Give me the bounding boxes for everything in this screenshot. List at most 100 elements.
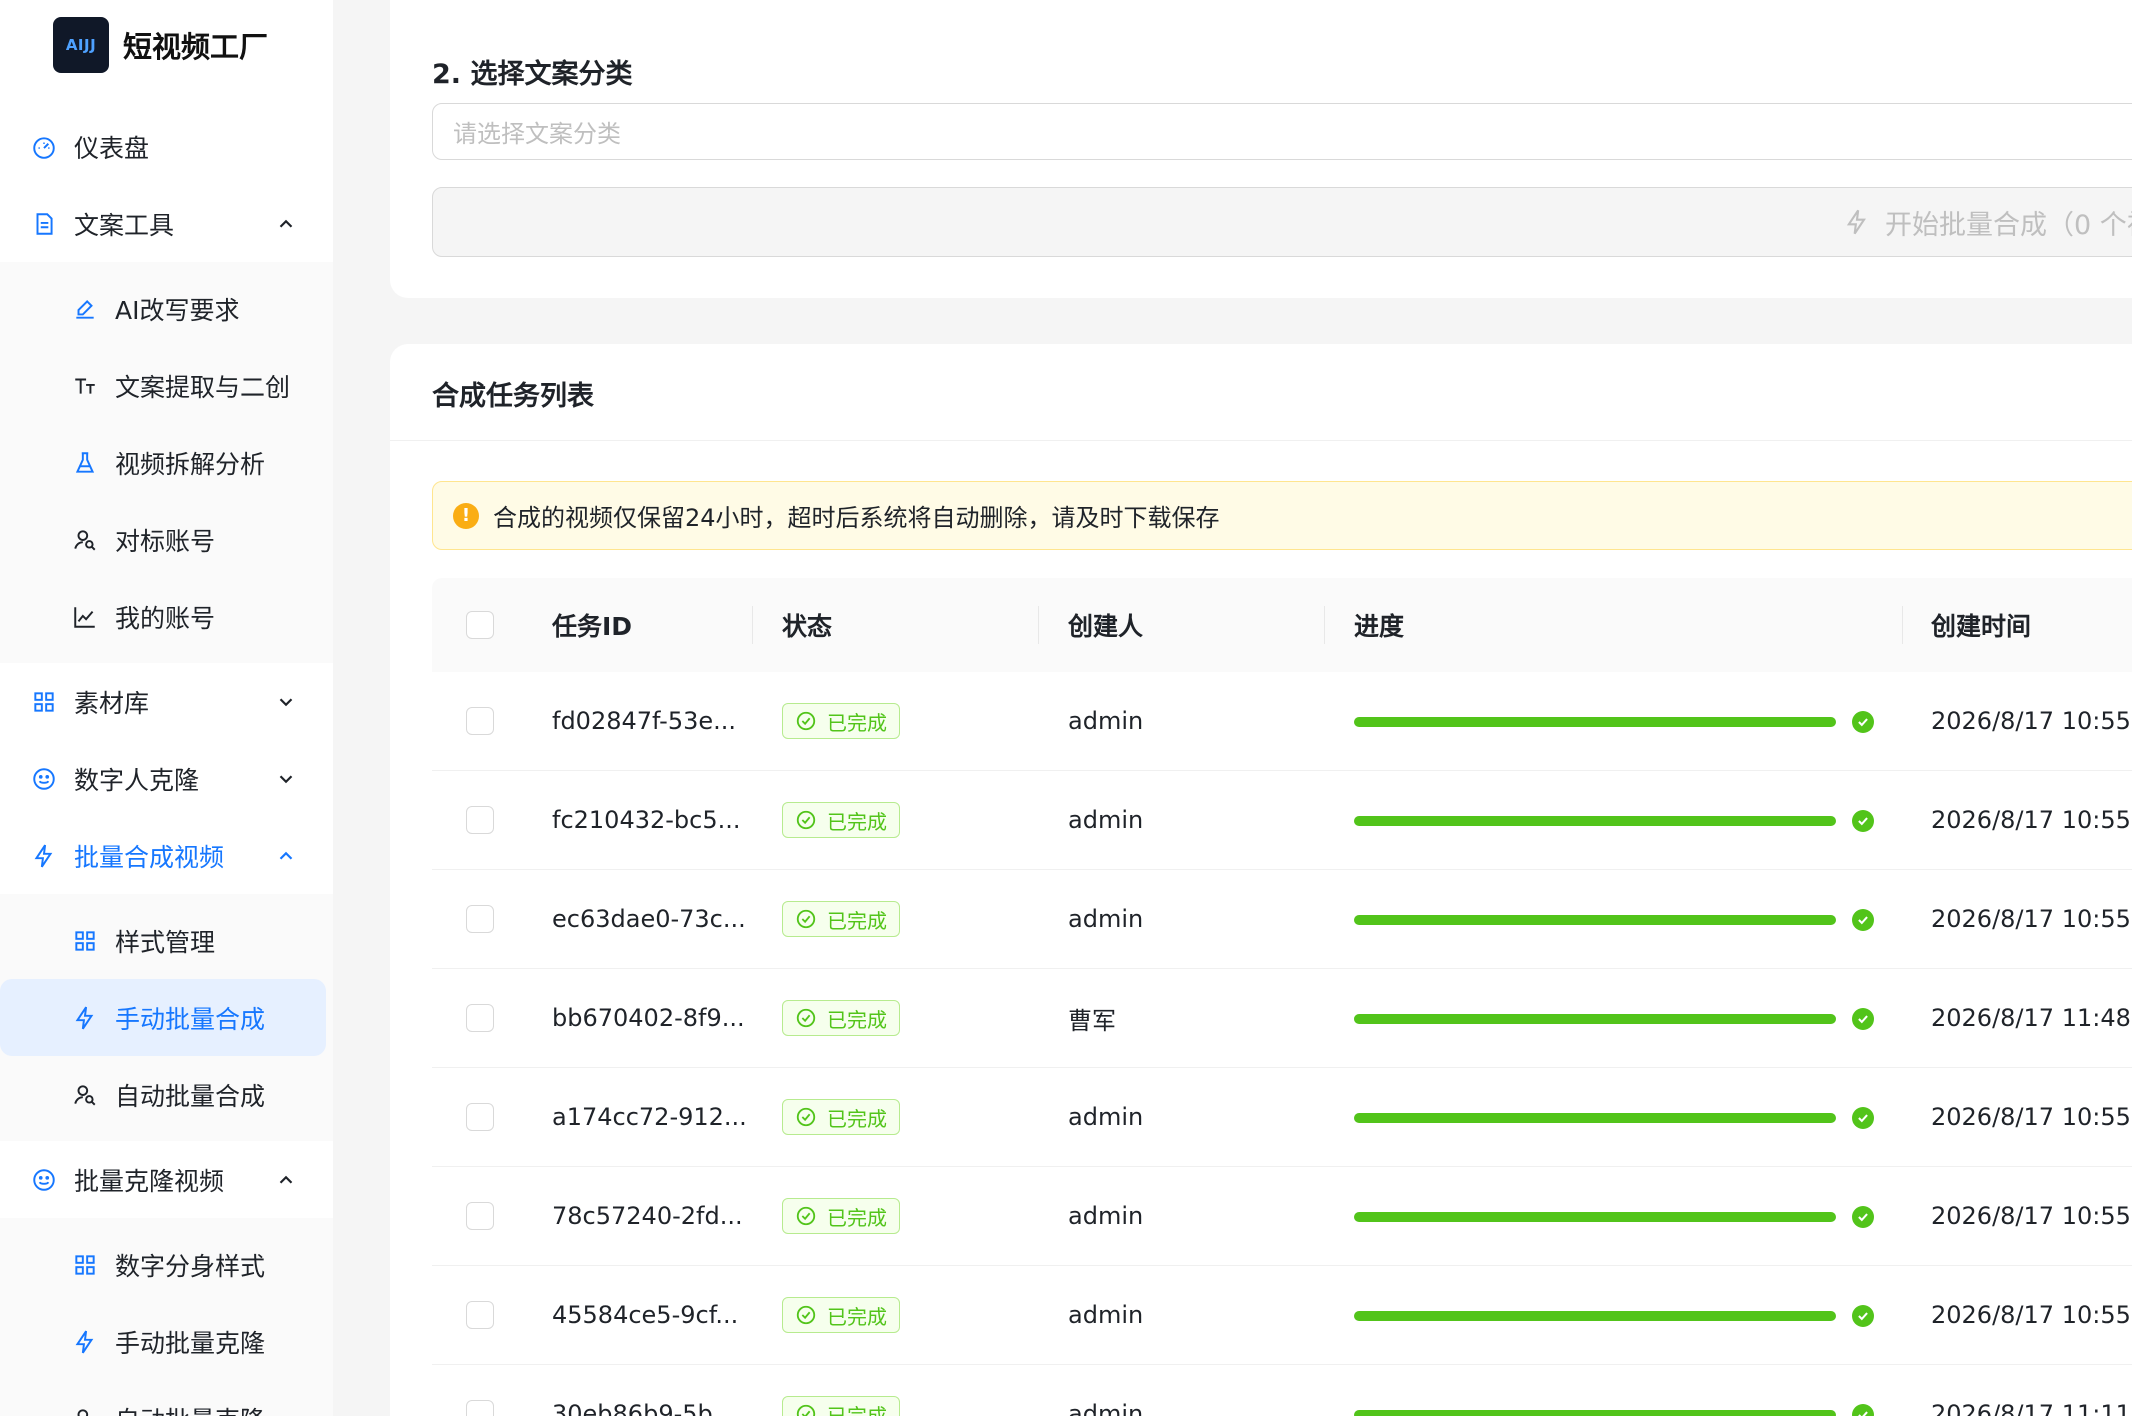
sidebar-item-my-accounts[interactable]: 我的账号 — [0, 578, 327, 655]
font-size-icon — [72, 373, 98, 399]
start-batch-compose-button[interactable]: 开始批量合成（0 个视频） — [432, 187, 2132, 257]
select-all-checkbox[interactable] — [466, 611, 494, 639]
status-badge: 已完成 — [782, 1396, 900, 1416]
sidebar-item-label: 素材库 — [74, 688, 150, 718]
appstore-grid-icon — [72, 1252, 98, 1278]
sidebar-item-copy-extract[interactable]: 文案提取与二创 — [0, 347, 327, 424]
sidebar-item-auto-batch-clone[interactable]: 自动批量克隆 — [0, 1380, 327, 1416]
row-checkbox[interactable] — [466, 1103, 494, 1131]
row-checkbox[interactable] — [466, 806, 494, 834]
progress-cell — [1354, 1400, 1874, 1416]
progress-bar — [1354, 717, 1836, 727]
sidebar-item-batch-clone[interactable]: 批量克隆视频 — [0, 1141, 333, 1218]
section-title: 2. 选择文案分类 — [432, 59, 633, 90]
check-circle-icon — [1852, 909, 1874, 931]
sidebar-item-copy-tools[interactable]: 文案工具 — [0, 185, 333, 262]
file-text-icon — [31, 211, 57, 237]
sidebar-item-manual-batch-clone[interactable]: 手动批量克隆 — [0, 1303, 327, 1380]
sidebar-item-benchmark-accounts[interactable]: 对标账号 — [0, 501, 327, 578]
check-circle-icon — [1852, 1404, 1874, 1416]
column-header-progress[interactable]: 进度 — [1354, 607, 1404, 643]
status-badge: 已完成 — [782, 901, 900, 937]
brand[interactable]: AIJJ 短视频工厂 — [0, 0, 333, 90]
sidebar-item-ai-rewrite[interactable]: AI改写要求 — [0, 270, 327, 347]
sidebar-item-manual-batch-compose[interactable]: 手动批量合成 — [0, 979, 326, 1056]
user-search-icon — [72, 1406, 98, 1416]
column-header-creator[interactable]: 创建人 — [1068, 607, 1143, 643]
sidebar-item-avatar-style[interactable]: 数字分身样式 — [0, 1226, 327, 1303]
sidebar-item-style-management[interactable]: 样式管理 — [0, 902, 327, 979]
status-cell: 已完成 — [782, 1198, 900, 1234]
column-header-created-time[interactable]: 创建时间 — [1931, 607, 2031, 643]
exclamation-circle-icon: ! — [453, 502, 479, 529]
task-table: 任务ID 状态 创建人 进度 创建时间 fd02847f-53e... 已完成 … — [432, 578, 2132, 1416]
status-text: 已完成 — [827, 1007, 887, 1032]
sidebar-item-label: 自动批量克隆 — [115, 1401, 265, 1416]
sidebar-item-dashboard[interactable]: 仪表盘 — [0, 108, 333, 185]
status-cell: 已完成 — [782, 1099, 900, 1135]
task-id: fc210432-bc5... — [552, 806, 741, 834]
sidebar-item-label: 数字分身样式 — [115, 1251, 266, 1281]
line-chart-icon — [72, 604, 98, 630]
created-time: 2026/8/17 11:11:38 — [1931, 1400, 2132, 1416]
progress-bar — [1354, 816, 1836, 826]
status-cell: 已完成 — [782, 802, 900, 838]
progress-cell — [1354, 905, 1874, 933]
status-text: 已完成 — [827, 1304, 887, 1329]
table-row[interactable]: 78c57240-2fd... 已完成 admin 2026/8/17 10:5… — [432, 1167, 2132, 1266]
retention-notice: ! 合成的视频仅保留24小时，超时后系统将自动删除，请及时下载保存 — [432, 481, 2132, 550]
row-checkbox[interactable] — [466, 707, 494, 735]
sidebar-item-video-analysis[interactable]: 视频拆解分析 — [0, 424, 327, 501]
table-row[interactable]: bb670402-8f9... 已完成 曹军 2026/8/17 11:48:5… — [432, 969, 2132, 1068]
start-batch-compose-label: 开始批量合成（0 个视频） — [1885, 209, 2132, 241]
creator: admin — [1068, 1103, 1144, 1131]
sidebar-item-auto-batch-compose[interactable]: 自动批量合成 — [0, 1056, 327, 1133]
sidebar-item-digital-human[interactable]: 数字人克隆 — [0, 740, 333, 817]
task-list-title: 合成任务列表 — [432, 381, 594, 412]
thunderbolt-icon — [1843, 208, 1871, 236]
row-checkbox[interactable] — [466, 905, 494, 933]
column-header-task-id[interactable]: 任务ID — [552, 607, 632, 643]
progress-cell — [1354, 1202, 1874, 1230]
status-badge: 已完成 — [782, 1297, 900, 1333]
table-row[interactable]: fc210432-bc5... 已完成 admin 2026/8/17 10:5… — [432, 771, 2132, 870]
table-row[interactable]: a174cc72-912... 已完成 admin 2026/8/17 10:5… — [432, 1068, 2132, 1167]
row-checkbox[interactable] — [466, 1202, 494, 1230]
column-divider — [752, 606, 753, 644]
status-cell: 已完成 — [782, 901, 900, 937]
sidebar-item-label: 视频拆解分析 — [115, 449, 266, 479]
row-checkbox[interactable] — [466, 1004, 494, 1032]
sidebar-menu: 仪表盘 文案工具 AI改写要求 文案提取与二创 视频拆解分析 对标账号 我的账号… — [0, 108, 333, 1416]
row-checkbox[interactable] — [466, 1400, 494, 1416]
column-header-status[interactable]: 状态 — [782, 607, 832, 643]
created-time: 2026/8/17 11:48:52 — [1931, 1004, 2132, 1032]
table-row[interactable]: 30eb86b9-5b... 已完成 admin 2026/8/17 11:11… — [432, 1365, 2132, 1416]
progress-fill — [1354, 1113, 1836, 1123]
sidebar-item-label: 手动批量合成 — [115, 1004, 266, 1034]
created-time: 2026/8/17 10:55:27 — [1931, 905, 2132, 933]
sidebar-item-materials[interactable]: 素材库 — [0, 663, 333, 740]
submenu-batch-compose: 样式管理 手动批量合成 自动批量合成 — [0, 894, 333, 1141]
submenu-copy-tools: AI改写要求 文案提取与二创 视频拆解分析 对标账号 我的账号 — [0, 262, 333, 663]
table-row[interactable]: fd02847f-53e... 已完成 admin 2026/8/17 10:5… — [432, 672, 2132, 771]
appstore-grid-icon — [31, 689, 57, 715]
table-row[interactable]: ec63dae0-73c... 已完成 admin 2026/8/17 10:5… — [432, 870, 2132, 969]
status-text: 已完成 — [827, 710, 887, 735]
progress-fill — [1354, 1014, 1836, 1024]
status-cell: 已完成 — [782, 1396, 900, 1416]
sidebar-item-label: 自动批量合成 — [115, 1081, 266, 1111]
sidebar-item-batch-compose[interactable]: 批量合成视频 — [0, 817, 333, 894]
created-time: 2026/8/17 10:55:26 — [1931, 1301, 2132, 1329]
task-id: 45584ce5-9cf... — [552, 1301, 739, 1329]
sidebar-item-label: 数字人克隆 — [74, 765, 200, 795]
status-text: 已完成 — [827, 1205, 887, 1230]
row-checkbox[interactable] — [466, 1301, 494, 1329]
check-circle-icon — [796, 711, 816, 731]
check-circle-icon — [1852, 711, 1874, 733]
status-text: 已完成 — [827, 1403, 887, 1416]
check-circle-icon — [796, 1107, 816, 1127]
table-row[interactable]: 45584ce5-9cf... 已完成 admin 2026/8/17 10:5… — [432, 1266, 2132, 1365]
status-cell: 已完成 — [782, 1000, 900, 1036]
category-select[interactable]: 请选择文案分类 — [432, 103, 2132, 160]
sidebar: AIJJ 短视频工厂 仪表盘 文案工具 AI改写要求 文案提取与二创 视频拆解分… — [0, 0, 333, 1416]
